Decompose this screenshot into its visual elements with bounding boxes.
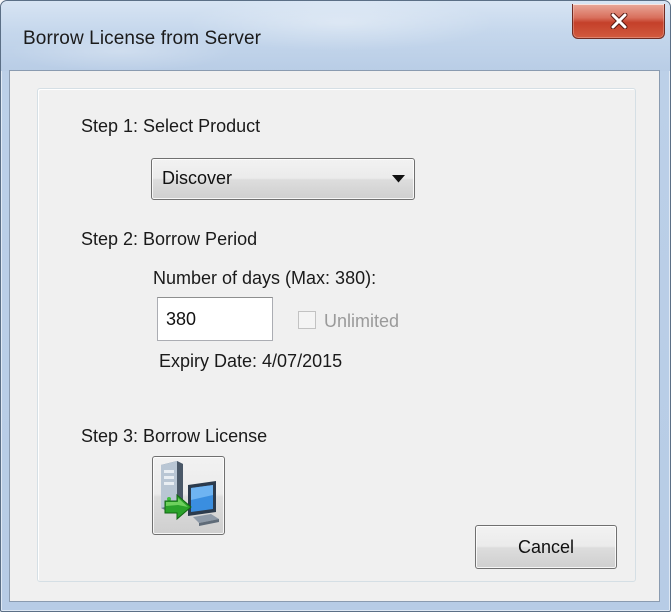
- days-input[interactable]: [158, 298, 272, 340]
- days-input-box[interactable]: [157, 297, 273, 341]
- close-button[interactable]: [572, 4, 665, 39]
- title-bar[interactable]: Borrow License from Server: [1, 1, 670, 71]
- product-select[interactable]: Discover: [151, 158, 415, 200]
- product-select-value: Discover: [162, 168, 233, 188]
- cancel-button[interactable]: Cancel: [475, 525, 617, 569]
- unlimited-checkbox[interactable]: [298, 311, 316, 329]
- computer-transfer-icon: [161, 461, 219, 526]
- expiry-date-text: Expiry Date: 4/07/2015: [159, 351, 343, 371]
- days-label: Number of days (Max: 380):: [153, 268, 377, 288]
- close-icon: [610, 13, 627, 29]
- step2-label: Step 2: Borrow Period: [81, 229, 258, 249]
- step1-label: Step 1: Select Product: [81, 116, 261, 136]
- unlimited-label: Unlimited: [324, 311, 400, 331]
- window-title: Borrow License from Server: [23, 28, 262, 49]
- cancel-button-label: Cancel: [517, 536, 575, 557]
- borrow-license-button[interactable]: [152, 456, 225, 535]
- chevron-down-icon: [392, 175, 405, 183]
- step3-label: Step 3: Borrow License: [81, 426, 268, 446]
